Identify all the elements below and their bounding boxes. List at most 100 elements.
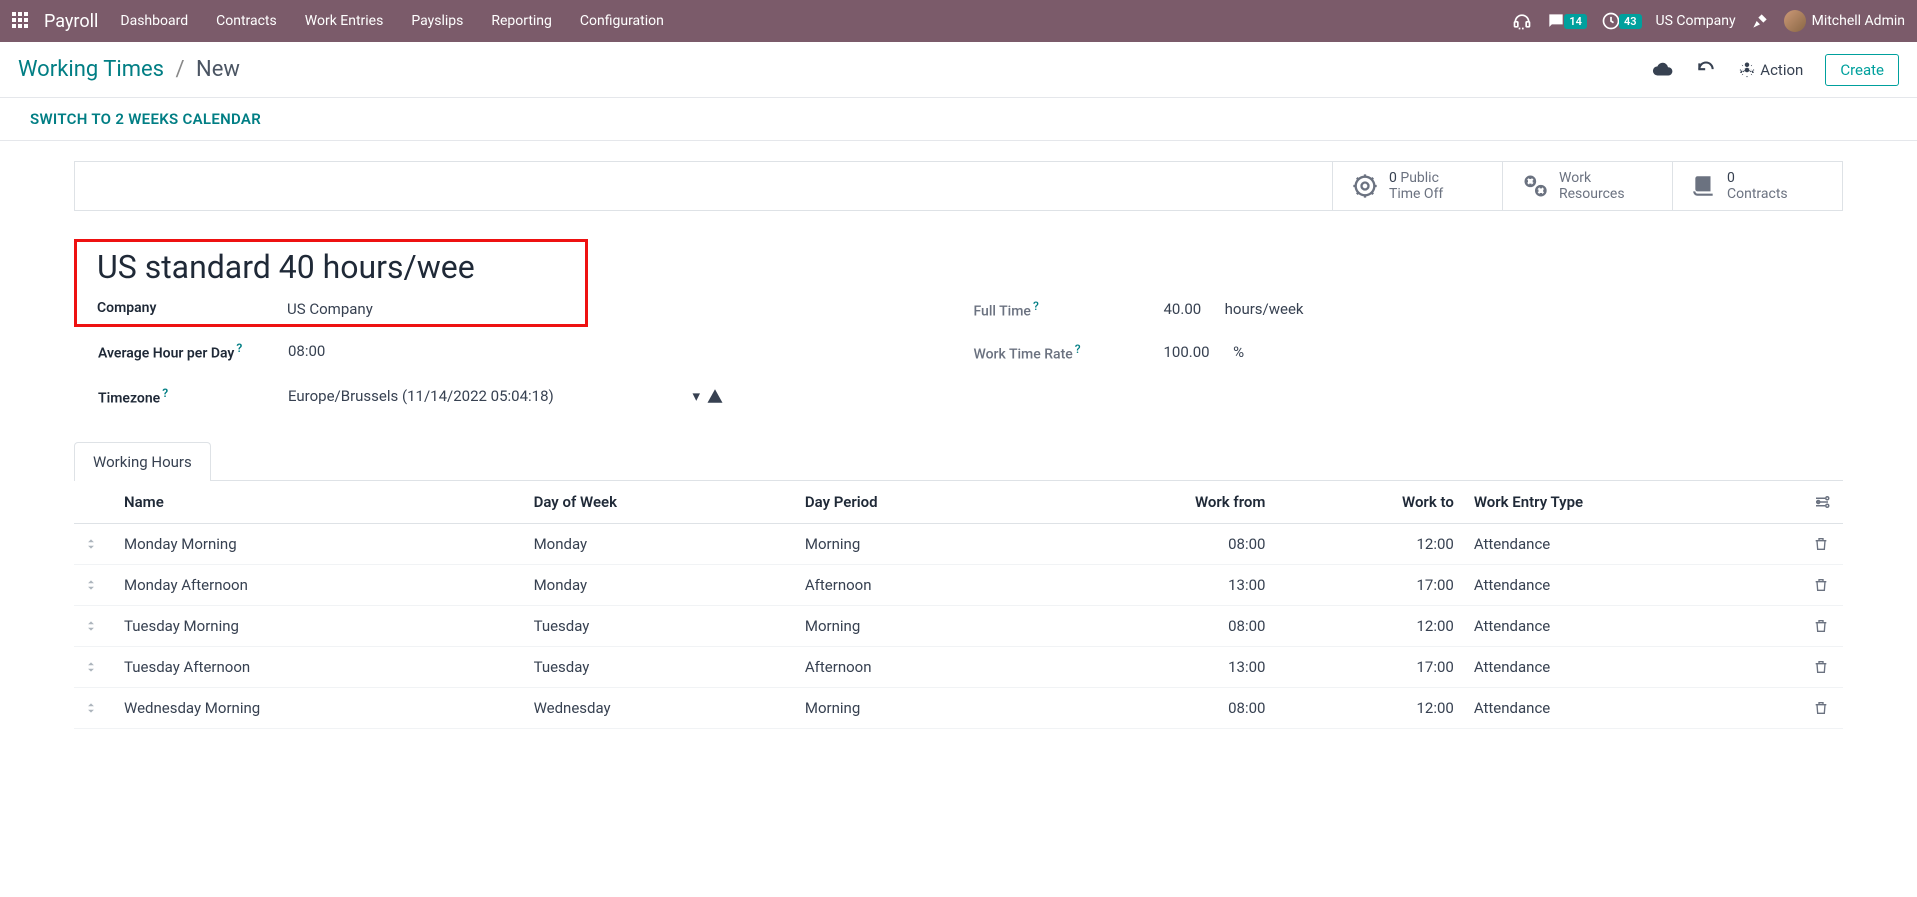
delete-row-icon[interactable] [1803,524,1843,565]
label-work-time-rate: Work Time Rate? [974,342,1164,363]
nav-dashboard[interactable]: Dashboard [120,13,188,29]
tools-icon[interactable] [1750,11,1770,31]
cell-name[interactable]: Monday Afternoon [114,565,524,606]
warning-icon[interactable] [706,387,724,405]
cell-to[interactable]: 12:00 [1275,524,1463,565]
cell-period[interactable]: Afternoon [795,647,1038,688]
delete-row-icon[interactable] [1803,688,1843,729]
headset-icon[interactable] [1512,11,1532,31]
messages-indicator[interactable]: 14 [1546,11,1587,31]
field-full-time[interactable]: 40.00 [1164,300,1202,318]
cell-name[interactable]: Wednesday Morning [114,688,524,729]
help-icon[interactable]: ? [162,386,168,400]
optional-columns-icon[interactable] [1803,481,1843,524]
apps-icon[interactable] [12,12,30,30]
table-row[interactable]: Monday AfternoonMondayAfternoon13:0017:0… [74,565,1843,606]
cell-period[interactable]: Afternoon [795,565,1038,606]
col-name[interactable]: Name [114,481,524,524]
cell-type[interactable]: Attendance [1464,647,1803,688]
cell-to[interactable]: 12:00 [1275,688,1463,729]
label-company: Company [97,300,287,318]
nav-menu: Dashboard Contracts Work Entries Payslip… [120,13,1512,29]
nav-contracts[interactable]: Contracts [216,13,277,29]
col-from[interactable]: Work from [1038,481,1275,524]
field-avg-hour[interactable]: 08:00 [288,341,325,362]
drag-handle-icon[interactable] [74,647,114,688]
cell-day[interactable]: Tuesday [524,647,795,688]
col-type[interactable]: Work Entry Type [1464,481,1803,524]
highlight-box: US standard 40 hours/wee Company US Comp… [74,239,588,327]
stat-contracts[interactable]: 0 Contracts [1672,162,1842,210]
help-icon[interactable]: ? [1075,342,1081,356]
cell-to[interactable]: 12:00 [1275,606,1463,647]
help-icon[interactable]: ? [236,341,242,355]
topbar-right: 14 43 US Company Mitchell Admin [1512,10,1905,32]
control-panel: Working Times / New Action Create [0,42,1917,98]
cell-to[interactable]: 17:00 [1275,647,1463,688]
cloud-save-icon[interactable] [1652,59,1674,81]
drag-handle-icon[interactable] [74,688,114,729]
form-view: 0 Public Time Off Work Resources 0 Contr… [0,141,1917,729]
cell-from[interactable]: 08:00 [1038,606,1275,647]
cell-name[interactable]: Tuesday Afternoon [114,647,524,688]
cell-period[interactable]: Morning [795,606,1038,647]
cell-day[interactable]: Monday [524,524,795,565]
field-company[interactable]: US Company [287,300,373,318]
drag-handle-icon[interactable] [74,565,114,606]
cell-type[interactable]: Attendance [1464,565,1803,606]
switch-two-weeks[interactable]: SWITCH TO 2 WEEKS CALENDAR [30,110,261,128]
drag-handle-icon[interactable] [74,524,114,565]
nav-configuration[interactable]: Configuration [580,13,664,29]
create-button[interactable]: Create [1825,54,1899,86]
breadcrumb-current: New [196,57,240,82]
cell-period[interactable]: Morning [795,524,1038,565]
messages-badge: 14 [1564,14,1587,29]
action-dropdown[interactable]: Action [1738,61,1803,79]
delete-row-icon[interactable] [1803,606,1843,647]
cell-type[interactable]: Attendance [1464,688,1803,729]
breadcrumb-link[interactable]: Working Times [18,57,164,82]
cell-day[interactable]: Wednesday [524,688,795,729]
cell-name[interactable]: Monday Morning [114,524,524,565]
col-day[interactable]: Day of Week [524,481,795,524]
cell-from[interactable]: 08:00 [1038,688,1275,729]
cell-day[interactable]: Monday [524,565,795,606]
cell-from[interactable]: 08:00 [1038,524,1275,565]
user-menu[interactable]: Mitchell Admin [1784,10,1905,32]
nav-reporting[interactable]: Reporting [491,13,552,29]
cell-day[interactable]: Tuesday [524,606,795,647]
cell-from[interactable]: 13:00 [1038,647,1275,688]
nav-work-entries[interactable]: Work Entries [305,13,384,29]
col-period[interactable]: Day Period [795,481,1038,524]
help-icon[interactable]: ? [1033,299,1039,313]
field-work-time-rate: 100.00 [1164,343,1210,361]
col-to[interactable]: Work to [1275,481,1463,524]
activities-indicator[interactable]: 43 [1601,11,1642,31]
app-name[interactable]: Payroll [44,11,98,32]
delete-row-icon[interactable] [1803,647,1843,688]
table-row[interactable]: Tuesday AfternoonTuesdayAfternoon13:0017… [74,647,1843,688]
label-timezone: Timezone? [98,386,288,407]
cell-type[interactable]: Attendance [1464,606,1803,647]
stat-work-resources[interactable]: Work Resources [1502,162,1672,210]
cell-to[interactable]: 17:00 [1275,565,1463,606]
label-full-time: Full Time? [974,299,1164,320]
drag-handle-icon[interactable] [74,606,114,647]
cell-period[interactable]: Morning [795,688,1038,729]
tab-working-hours[interactable]: Working Hours [74,442,211,481]
discard-icon[interactable] [1696,60,1716,80]
table-row[interactable]: Wednesday MorningWednesdayMorning08:0012… [74,688,1843,729]
cell-from[interactable]: 13:00 [1038,565,1275,606]
table-row[interactable]: Tuesday MorningTuesdayMorning08:0012:00A… [74,606,1843,647]
chevron-down-icon[interactable]: ▾ [692,387,700,405]
delete-row-icon[interactable] [1803,565,1843,606]
cell-type[interactable]: Attendance [1464,524,1803,565]
company-switcher[interactable]: US Company [1656,13,1736,29]
cell-name[interactable]: Tuesday Morning [114,606,524,647]
field-timezone[interactable]: Europe/Brussels (11/14/2022 05:04:18) ▾ [288,387,724,405]
nav-payslips[interactable]: Payslips [411,13,463,29]
stat-public-time-off[interactable]: 0 Public Time Off [1332,162,1502,210]
record-title-input[interactable]: US standard 40 hours/wee [97,248,537,286]
table-row[interactable]: Monday MorningMondayMorning08:0012:00Att… [74,524,1843,565]
avatar [1784,10,1806,32]
